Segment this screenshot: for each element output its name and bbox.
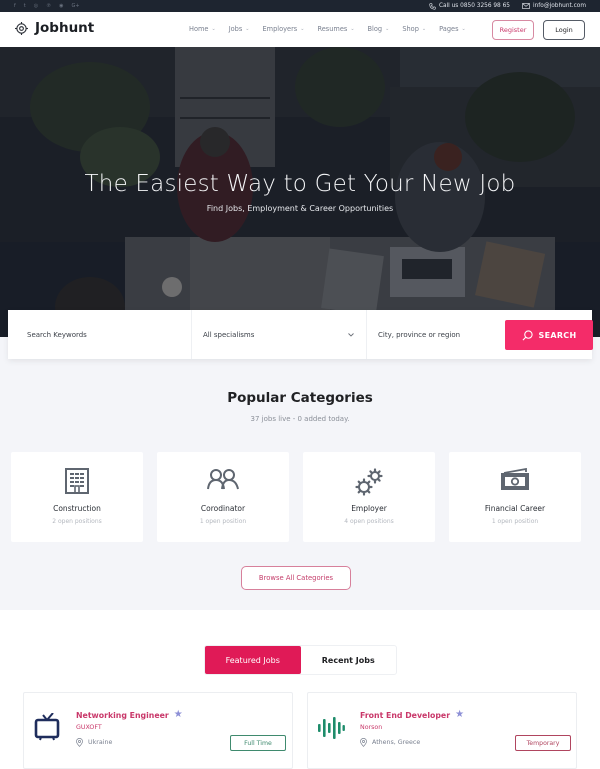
target-logo-icon <box>15 21 28 35</box>
nav-item-pages[interactable]: Pages ⌄ <box>439 25 466 33</box>
job-company: Norson <box>360 724 383 731</box>
chevron-down-icon: ⌄ <box>300 26 305 32</box>
category-count: 1 open position <box>199 518 247 525</box>
category-label: Construction <box>53 504 101 513</box>
keywords-input[interactable]: Search Keywords <box>8 310 192 359</box>
category-card-employer[interactable]: Employer 4 open positions <box>303 452 435 542</box>
search-button-label: SEARCH <box>538 330 577 340</box>
nav-label: Shop <box>402 25 419 33</box>
nav-label: Jobs <box>228 25 243 33</box>
popular-categories-section: Popular Categories 37 jobs live - 0 adde… <box>0 337 600 610</box>
job-type-badge: Temporary <box>515 735 571 751</box>
nav-item-shop[interactable]: Shop ⌄ <box>402 25 426 33</box>
jobs-tabs: Featured Jobs Recent Jobs <box>204 645 397 675</box>
phone-text: Call us 0850 3256 98 65 <box>438 3 510 9</box>
job-title-link[interactable]: Front End Developer ★ <box>360 710 464 720</box>
chevron-down-icon: ⌄ <box>211 26 216 32</box>
search-button[interactable]: SEARCH <box>505 320 593 350</box>
register-button[interactable]: Register <box>492 20 534 40</box>
category-card-construction[interactable]: Construction 2 open positions <box>11 452 143 542</box>
nav-label: Pages <box>439 25 459 33</box>
nav-label: Resumes <box>317 25 348 33</box>
email-contact[interactable]: info@jobhunt.com <box>522 3 586 9</box>
gears-icon <box>355 468 383 496</box>
mail-icon <box>522 3 530 9</box>
social-links: f t ◎ ℗ ◉ G+ <box>14 3 80 9</box>
specialism-value: All specialisms <box>203 330 255 339</box>
nav-item-home[interactable]: Home ⌄ <box>189 25 216 33</box>
chevron-down-icon: ⌄ <box>350 26 355 32</box>
chevron-down-icon: ⌄ <box>421 26 427 32</box>
twitter-icon[interactable]: t <box>24 3 26 9</box>
money-icon <box>501 468 529 490</box>
tv-icon <box>34 712 60 741</box>
instagram-icon[interactable]: ◎ <box>34 3 38 9</box>
dribbble-icon[interactable]: ◉ <box>59 3 63 9</box>
job-title: Networking Engineer <box>76 710 169 720</box>
category-label: Corodinator <box>200 504 246 513</box>
nav-item-resumes[interactable]: Resumes ⌄ <box>317 25 354 33</box>
nav-item-employers[interactable]: Employers ⌄ <box>263 25 305 33</box>
phone-contact[interactable]: Call us 0850 3256 98 65 <box>429 2 510 10</box>
email-text: info@jobhunt.com <box>532 3 586 9</box>
star-icon[interactable]: ★ <box>174 710 183 720</box>
specialism-select[interactable]: All specialisms <box>192 310 367 359</box>
job-search-bar: Search Keywords All specialisms City, pr… <box>8 310 593 359</box>
category-label: Financial Career <box>484 504 546 513</box>
tab-featured-jobs[interactable]: Featured Jobs <box>205 646 301 674</box>
location-input[interactable]: City, province or region <box>367 310 497 359</box>
logo-text: Jobhunt <box>35 20 95 36</box>
logo[interactable]: Jobhunt <box>15 20 94 36</box>
job-card[interactable]: Networking Engineer ★ GUXOFT Ukraine Ful… <box>23 692 293 769</box>
category-count: 1 open position <box>491 518 539 525</box>
nav-item-jobs[interactable]: Jobs ⌄ <box>229 25 250 33</box>
main-header: Jobhunt Home ⌄ Jobs ⌄ Employers ⌄ Resumes ⌄ … <box>0 12 600 47</box>
nav-label: Home <box>189 25 209 33</box>
job-location-text: Athens, Greece <box>372 739 421 746</box>
browse-all-categories-button[interactable]: Browse All Categories <box>241 566 351 590</box>
star-icon[interactable]: ★ <box>455 710 464 720</box>
hero-title: The Easiest Way to Get Your New Job <box>84 171 516 197</box>
category-card-coordinator[interactable]: Corodinator 1 open position <box>157 452 289 542</box>
phone-icon <box>429 2 436 10</box>
top-bar: f t ◎ ℗ ◉ G+ Call us 0850 3256 98 65 inf… <box>0 0 600 12</box>
main-nav: Home ⌄ Jobs ⌄ Employers ⌄ Resumes ⌄ Blog ⌄ Sh… <box>189 25 466 33</box>
job-type-badge: Full Time <box>230 735 286 751</box>
job-company: GUXOFT <box>76 724 102 731</box>
chevron-down-icon: ⌄ <box>461 26 466 32</box>
category-count: 2 open positions <box>52 518 102 525</box>
hero-subtitle: Find Jobs, Employment & Career Opportuni… <box>206 204 394 213</box>
section-title: Popular Categories <box>227 390 373 406</box>
job-title: Front End Developer <box>360 710 451 720</box>
facebook-icon[interactable]: f <box>14 3 16 9</box>
building-icon <box>65 468 89 494</box>
map-pin-icon <box>76 738 83 747</box>
job-card[interactable]: Front End Developer ★ Norson Athens, Gre… <box>307 692 577 769</box>
chevron-down-icon: ⌄ <box>245 26 250 32</box>
search-icon <box>522 329 533 340</box>
hero-banner: The Easiest Way to Get Your New Job Find… <box>0 47 600 337</box>
category-card-financial-career[interactable]: Financial Career 1 open position <box>449 452 581 542</box>
job-location-text: Ukraine <box>88 739 113 746</box>
nav-label: Blog <box>367 25 383 33</box>
nav-label: Employers <box>262 25 298 33</box>
pinterest-icon[interactable]: ℗ <box>46 3 51 9</box>
google-plus-icon[interactable]: G+ <box>71 3 79 9</box>
section-subtitle: 37 jobs live - 0 added today. <box>250 415 350 423</box>
job-title-link[interactable]: Networking Engineer ★ <box>76 710 183 720</box>
users-icon <box>207 469 239 490</box>
category-label: Employer <box>351 504 387 513</box>
login-button[interactable]: Login <box>543 20 585 40</box>
chevron-down-icon <box>348 332 354 337</box>
tab-recent-jobs[interactable]: Recent Jobs <box>301 646 397 674</box>
contact-info: Call us 0850 3256 98 65 info@jobhunt.com <box>429 2 586 10</box>
category-count: 4 open positions <box>344 518 394 525</box>
map-pin-icon <box>360 738 367 747</box>
job-location: Ukraine <box>76 738 112 747</box>
soundwave-icon <box>318 717 345 739</box>
chevron-down-icon: ⌄ <box>385 26 390 32</box>
nav-item-blog[interactable]: Blog ⌄ <box>368 25 390 33</box>
job-location: Athens, Greece <box>360 738 420 747</box>
